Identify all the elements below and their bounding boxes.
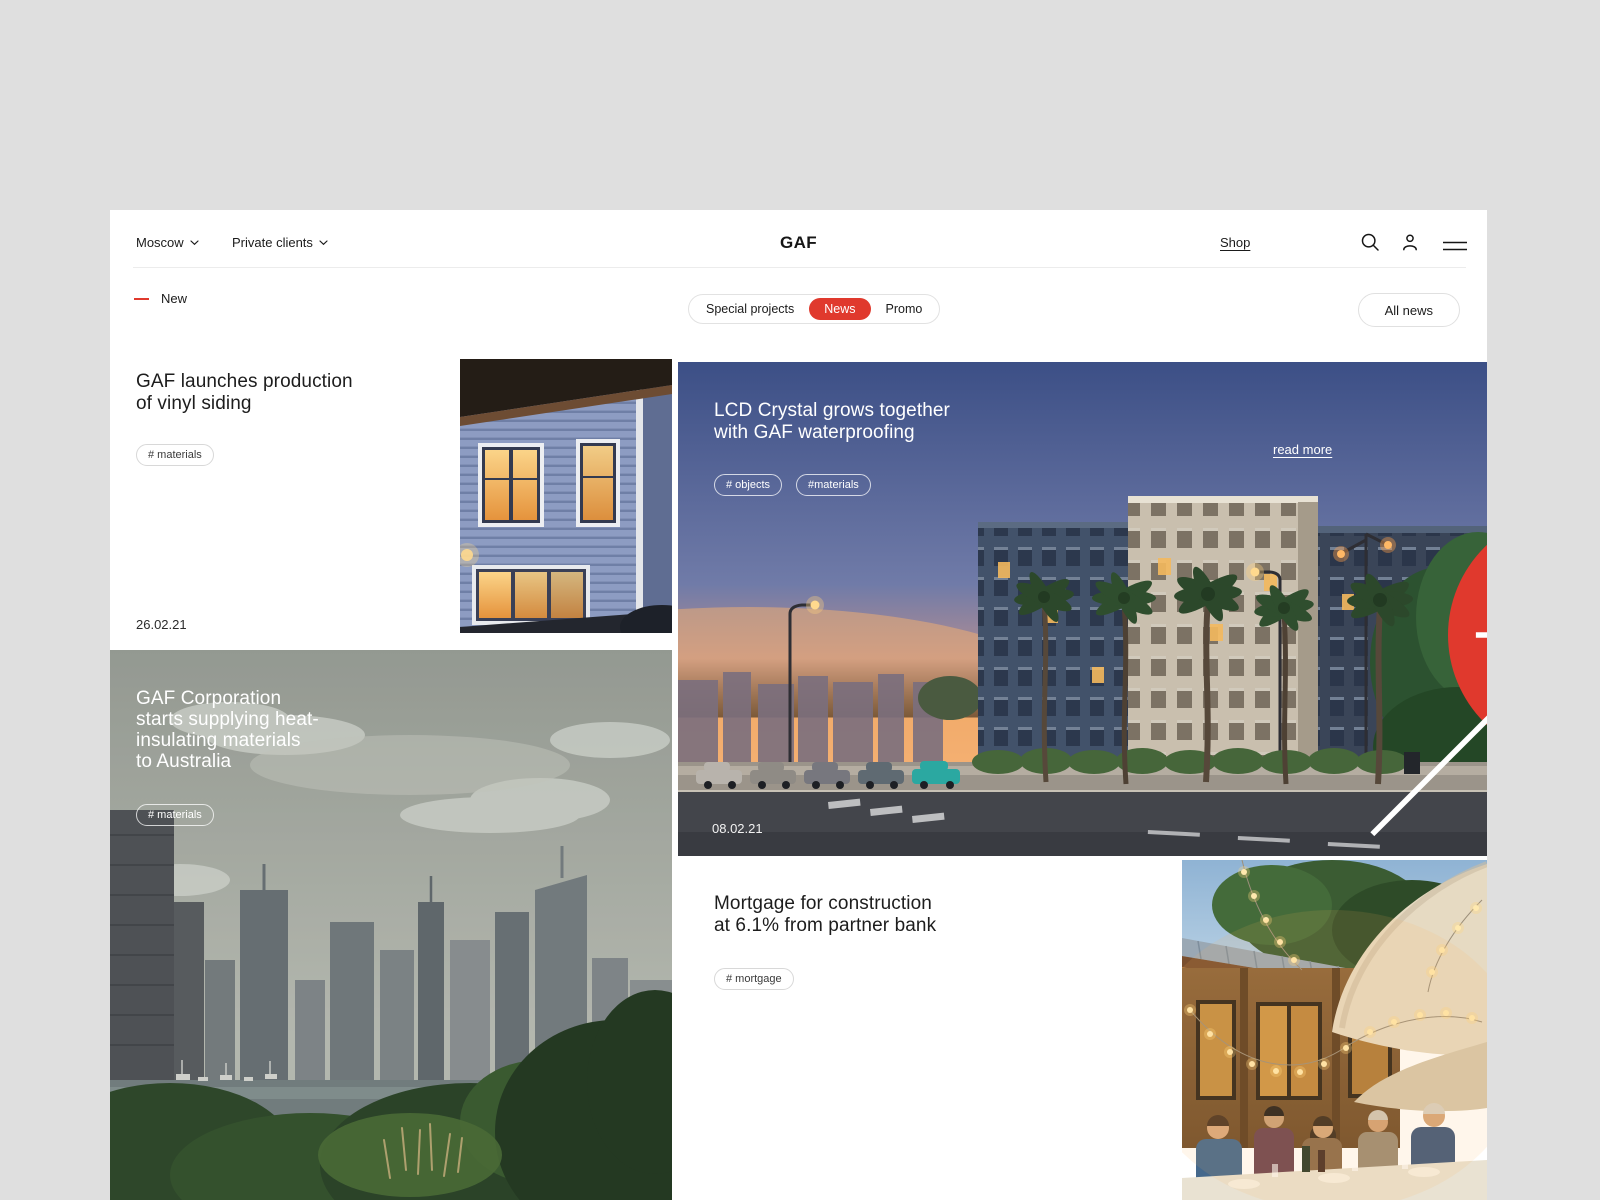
chevron-down-icon (319, 240, 328, 246)
profile-button[interactable] (1399, 231, 1421, 253)
region-selector[interactable]: Moscow (136, 235, 199, 251)
tab-special-projects[interactable]: Special projects (693, 302, 807, 316)
tag-materials[interactable]: # materials (136, 804, 214, 826)
card-date: 08.02.21 (712, 821, 763, 836)
page: Moscow Private clients GAF Shop New Spec… (0, 0, 1600, 1200)
audience-selector[interactable]: Private clients (232, 235, 328, 251)
menu-button[interactable] (1442, 239, 1468, 253)
tag-materials[interactable]: # materials (136, 444, 214, 466)
content-panel: Moscow Private clients GAF Shop New Spec… (110, 210, 1487, 1200)
tag-objects[interactable]: # objects (714, 474, 783, 496)
tag-mortgage[interactable]: # mortgage (714, 968, 794, 990)
shop-link[interactable]: Shop (1220, 235, 1250, 251)
news-image-outdoor-dinner (1182, 860, 1487, 1200)
tab-promo[interactable]: Promo (873, 302, 936, 316)
all-news-button[interactable]: All news (1357, 293, 1460, 327)
card-title: GAF launches production of vinyl siding (136, 371, 353, 414)
news-filter-tabs: Special projects News Promo (688, 294, 941, 324)
card-date: 26.02.21 (136, 617, 187, 632)
card-title: GAF Corporation starts supplying heat- i… (136, 688, 319, 772)
news-card-lcd-crystal[interactable]: LCD Crystal grows together with GAF wate… (678, 362, 1487, 856)
audience-label: Private clients (232, 235, 313, 250)
search-button[interactable] (1359, 231, 1381, 253)
read-more-button[interactable] (1167, 388, 1487, 856)
news-card-australia[interactable]: GAF Corporation starts supplying heat- i… (110, 650, 672, 1200)
card-title: LCD Crystal grows together with GAF wate… (714, 400, 950, 443)
news-card-vinyl-siding[interactable]: GAF launches production of vinyl siding … (134, 359, 672, 633)
red-dash (134, 297, 149, 300)
tag-materials[interactable]: #materials (796, 474, 871, 496)
card-tags: # objects #materials (714, 474, 871, 496)
chevron-down-icon (190, 240, 199, 246)
tab-news[interactable]: News (809, 298, 871, 320)
news-image-house-vinyl-siding (460, 359, 672, 633)
card-title: Mortgage for construction at 6.1% from p… (714, 893, 937, 936)
hamburger-icon (1443, 241, 1467, 251)
search-icon (1361, 233, 1379, 251)
brand-logo[interactable]: GAF (780, 233, 817, 253)
user-icon (1403, 234, 1417, 251)
region-label: Moscow (136, 235, 184, 250)
header-divider (133, 267, 1466, 268)
section-label-new: New (134, 291, 187, 306)
read-more-link[interactable]: read more (1273, 442, 1332, 457)
news-card-mortgage[interactable]: Mortgage for construction at 6.1% from p… (702, 860, 1487, 1200)
